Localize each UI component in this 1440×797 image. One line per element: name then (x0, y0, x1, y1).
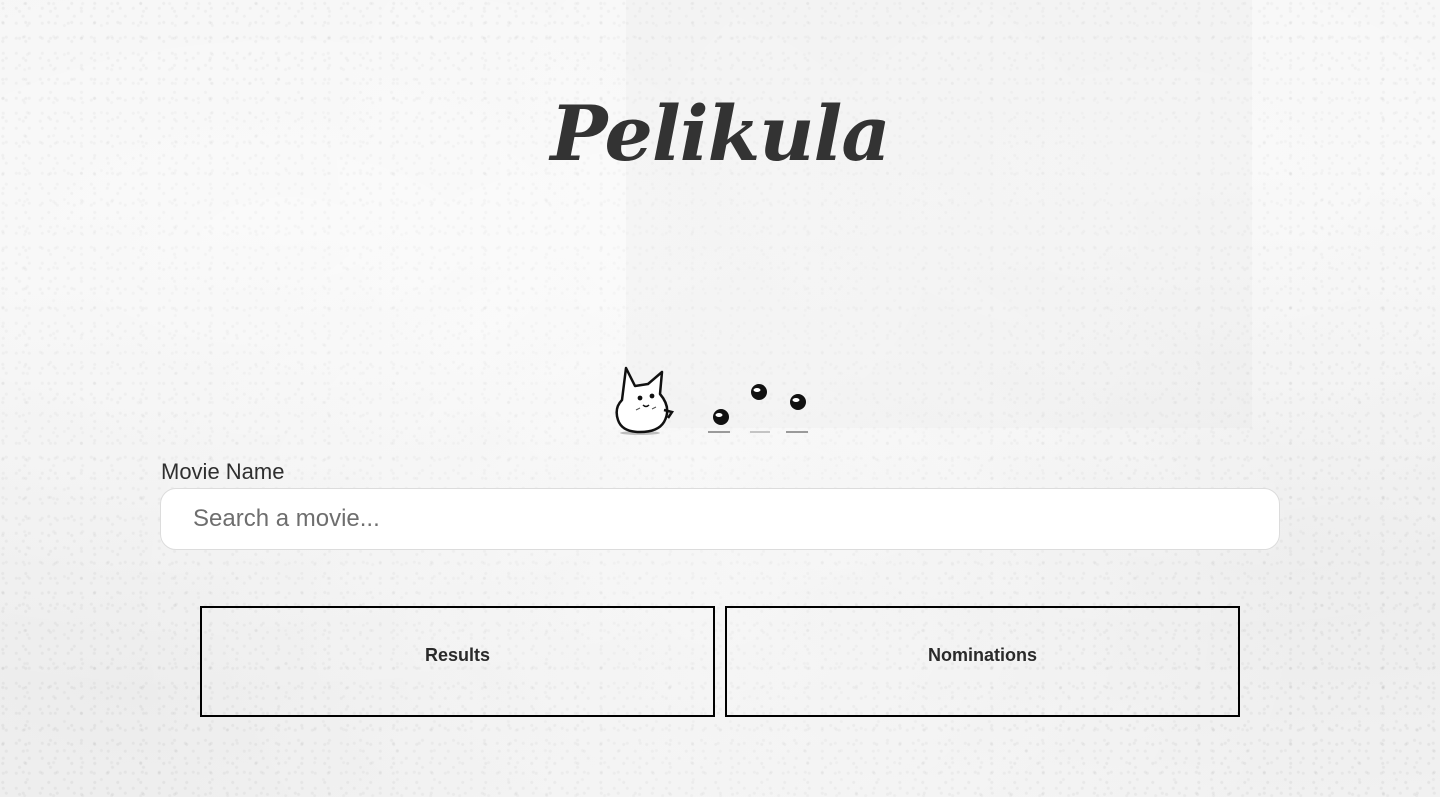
page-title: Pelikula (550, 89, 890, 178)
search-input[interactable] (160, 488, 1280, 550)
nominations-panel: Nominations (725, 606, 1240, 717)
results-panel: Results (200, 606, 715, 717)
search-label: Movie Name (161, 459, 285, 484)
nominations-heading: Nominations (927, 645, 1037, 665)
results-heading: Results (424, 645, 491, 665)
cat-with-bouncing-balls-icon (600, 360, 840, 440)
